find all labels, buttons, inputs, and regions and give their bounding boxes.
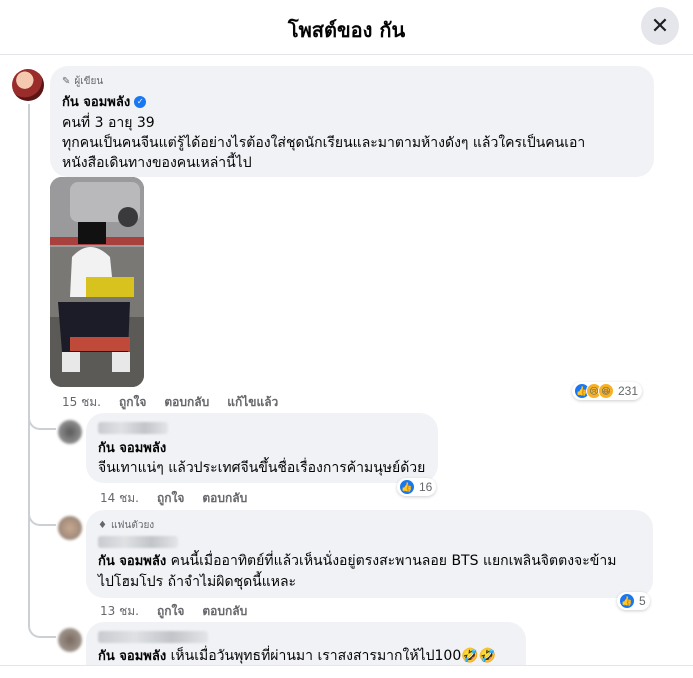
like-icon: 👍 [619, 593, 635, 609]
pencil-icon: ✎ [62, 76, 71, 87]
haha-icon: 😆 [598, 383, 614, 399]
author-badge-label: ผู้เขียน [74, 76, 104, 87]
reply-text-line: กัน จอมพลัง คนนี้เมื่ออาทิตย์ที่แล้วเห็น… [98, 551, 641, 572]
reply-blurred-name [98, 421, 426, 435]
reply-author[interactable]: กัน จอมพลัง [98, 437, 426, 458]
comment-text-line: ทุกคนเป็นคนจีนแต่รู้ได้อย่างไรต้องใส่ชุด… [62, 135, 586, 151]
reaction-count: 16 [419, 480, 433, 494]
close-icon: ✕ [650, 13, 670, 38]
reply-meta: 13 ชม. ถูกใจ ตอบกลับ [100, 602, 247, 621]
thread-curve [28, 500, 56, 638]
like-button[interactable]: ถูกใจ [119, 393, 146, 412]
reply-author[interactable]: กัน จอมพลัง [98, 554, 166, 569]
reply-time[interactable]: 14 ชม. [100, 489, 139, 508]
diamond-icon: ♦ [98, 520, 107, 531]
author-badge: ✎ ผู้เขียน [62, 74, 642, 89]
main-comment-bubble: ✎ ผู้เขียน กัน จอมพลัง ✓ คนที่ 3 อายุ 39… [50, 66, 654, 177]
reply-avatar[interactable] [58, 516, 82, 540]
reaction-count: 231 [618, 384, 639, 398]
close-button[interactable]: ✕ [641, 7, 679, 45]
reply-reactions[interactable]: 👍 16 [397, 478, 437, 496]
reply-button[interactable]: ตอบกลับ [202, 489, 247, 508]
reply-text: คนนี้เมื่ออาทิตย์ที่แล้วเห็นนั่งอยู่ตรงส… [170, 553, 617, 569]
reply-text-line: กัน จอมพลัง เห็นเมื่อวันพุทธที่ผ่านมา เร… [98, 646, 514, 667]
comment-time[interactable]: 15 ชม. [62, 393, 101, 412]
photo-illustration [50, 177, 144, 387]
main-reactions[interactable]: 👍 😢 😆 231 [572, 382, 643, 400]
reply-text: จีนเทาแน่ๆ แล้วประเทศจีนขึ้นชื่อเรื่องกา… [98, 460, 426, 476]
dialog-title: โพสต์ของ กัน [287, 18, 406, 42]
like-button[interactable]: ถูกใจ [157, 602, 184, 621]
comment-text-line: คนที่ 3 อายุ 39 [62, 115, 155, 131]
reply-button[interactable]: ตอบกลับ [202, 602, 247, 621]
verified-icon: ✓ [134, 95, 147, 108]
reply-meta: 14 ชม. ถูกใจ ตอบกลับ [100, 489, 247, 508]
main-comment-meta: 15 ชม. ถูกใจ ตอบกลับ แก้ไขแล้ว [62, 393, 278, 412]
comment-photo[interactable] [50, 177, 144, 387]
reply-blurred-name [98, 630, 514, 644]
reply-bubble: กัน จอมพลัง จีนเทาแน่ๆ แล้วประเทศจีนขึ้น… [86, 413, 438, 483]
dialog-header: โพสต์ของ กัน ✕ [0, 0, 693, 55]
bottom-divider [0, 665, 693, 678]
comment-author[interactable]: กัน จอมพลัง ✓ [62, 91, 642, 112]
like-icon: 👍 [399, 479, 415, 495]
reply-bubble: ♦ แฟนตัวยง กัน จอมพลัง คนนี้เมื่ออาทิตย์… [86, 510, 653, 598]
reply-reactions[interactable]: 👍 5 [617, 592, 650, 610]
comment-text-line: หนังสือเดินทางของคนเหล่านี้ไป [62, 155, 252, 171]
reply-author[interactable]: กัน จอมพลัง [98, 649, 166, 664]
author-name: กัน จอมพลัง [62, 95, 131, 110]
reply-avatar[interactable] [58, 420, 82, 444]
reply-button[interactable]: ตอบกลับ [164, 393, 209, 412]
reply-text: เห็นเมื่อวันพุทธที่ผ่านมา เราสงสารมากให้… [170, 648, 497, 664]
edited-label[interactable]: แก้ไขแล้ว [227, 393, 278, 412]
author-avatar[interactable] [12, 69, 44, 101]
reply-text-line: ไปโฮมโปร ถ้าจำไม่ผิดชุดนี้แหละ [98, 574, 297, 590]
reply-time[interactable]: 13 ชม. [100, 602, 139, 621]
fan-badge-label: แฟนตัวยง [110, 520, 155, 531]
reply-blurred-name [98, 535, 641, 549]
reply-avatar[interactable] [58, 628, 82, 652]
like-button[interactable]: ถูกใจ [157, 489, 184, 508]
thread-line [28, 104, 30, 424]
fan-badge: ♦ แฟนตัวยง [98, 518, 641, 533]
reaction-count: 5 [639, 594, 646, 608]
